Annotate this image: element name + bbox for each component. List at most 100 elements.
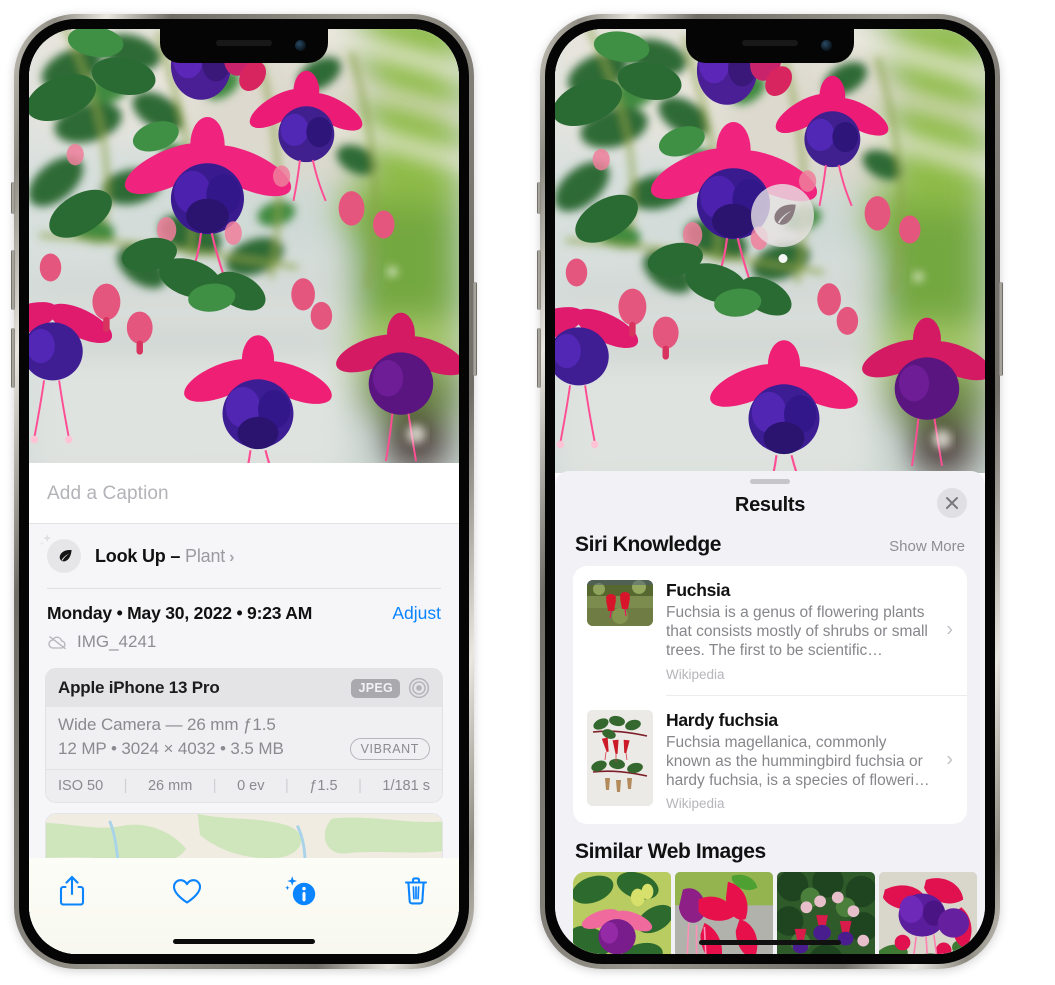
- chevron-right-icon: ›: [946, 748, 953, 771]
- left-phone-screen: Add a Caption Look Up – Plant › Monday •…: [29, 29, 459, 954]
- caption-placeholder: Add a Caption: [47, 483, 169, 504]
- web-image-thumbnail[interactable]: [879, 872, 977, 954]
- exif-stat-shutter: 1/181 s: [382, 778, 430, 794]
- format-badge: JPEG: [351, 678, 400, 698]
- aperture-icon: [408, 677, 430, 699]
- photo-viewer[interactable]: [29, 29, 459, 463]
- lens-info: Wide Camera — 26 mm ƒ1.5: [58, 715, 276, 734]
- device-notch: [160, 29, 328, 63]
- chevron-right-icon: ›: [946, 618, 953, 641]
- fuchsia-thumbnail: [587, 580, 653, 626]
- file-name: IMG_4241: [77, 632, 157, 651]
- adjust-button[interactable]: Adjust: [392, 603, 441, 624]
- screenshot-stage: Add a Caption Look Up – Plant › Monday •…: [0, 0, 1055, 985]
- capture-date: Monday • May 30, 2022 • 9:23 AM: [47, 603, 313, 623]
- stat-separator-3: |: [285, 778, 289, 794]
- show-more-button[interactable]: Show More: [889, 538, 965, 555]
- result-title: Fuchsia: [666, 580, 731, 600]
- similar-web-images-title: Similar Web Images: [575, 840, 766, 864]
- right-iphone-device: Results Siri Knowledge Show More Fuchsia…: [537, 14, 1003, 969]
- close-button[interactable]: [937, 488, 967, 518]
- web-image-thumbnail[interactable]: [573, 872, 671, 954]
- mute-switch-right[interactable]: [537, 182, 541, 214]
- results-title: Results: [734, 494, 806, 516]
- look-up-title: Look Up: [95, 545, 166, 566]
- exif-stat-aperture: ƒ1.5: [309, 778, 338, 794]
- left-iphone-device: Add a Caption Look Up – Plant › Monday •…: [11, 14, 477, 969]
- home-indicator[interactable]: [173, 938, 315, 944]
- home-indicator-right[interactable]: [699, 939, 841, 945]
- stat-separator-4: |: [358, 778, 362, 794]
- exif-wrapper: Apple iPhone 13 Pro JPEG Wide Camera — 2…: [29, 664, 459, 803]
- look-up-anchor-dot: [778, 254, 787, 263]
- result-description: Fuchsia is a genus of flowering plants t…: [666, 604, 928, 660]
- cloud-slash-icon: [48, 636, 66, 650]
- power-button[interactable]: [473, 282, 477, 376]
- sparkle-icon: [40, 534, 52, 546]
- visual-look-up-badge[interactable]: [751, 184, 814, 263]
- earpiece-speaker: [216, 40, 272, 46]
- chevron-right-icon: ›: [229, 548, 235, 566]
- right-phone-screen: Results Siri Knowledge Show More Fuchsia…: [555, 29, 985, 954]
- volume-down-button[interactable]: [11, 328, 15, 388]
- share-icon: [59, 875, 85, 906]
- list-item[interactable]: Fuchsia Fuchsia is a genus of flowering …: [573, 566, 967, 695]
- power-button-right[interactable]: [999, 282, 1003, 376]
- delete-button[interactable]: [399, 872, 433, 910]
- camera-device-name: Apple iPhone 13 Pro: [58, 678, 220, 697]
- info-button[interactable]: [284, 872, 318, 910]
- exif-stats-row: ISO 50 | 26 mm | 0 ev | ƒ1.5 | 1/181 s: [46, 769, 442, 802]
- exif-header: Apple iPhone 13 Pro JPEG: [46, 669, 442, 707]
- caption-field-row[interactable]: Add a Caption: [29, 463, 459, 524]
- exif-stat-ev: 0 ev: [237, 778, 265, 794]
- volume-down-button-right[interactable]: [537, 328, 541, 388]
- leaf-glyph: [59, 549, 72, 561]
- siri-knowledge-header: Siri Knowledge Show More: [555, 531, 985, 566]
- hardy-fuchsia-thumbnail: [587, 709, 653, 806]
- look-up-row[interactable]: Look Up – Plant ›: [40, 524, 441, 588]
- look-up-dash: –: [170, 545, 181, 566]
- result-source: Wikipedia: [666, 796, 725, 812]
- info-sparkle-icon: [285, 876, 316, 906]
- photographic-style-badge: VIBRANT: [349, 738, 430, 760]
- exif-header-badges: JPEG: [351, 677, 430, 699]
- similar-web-images-header: Similar Web Images: [555, 824, 985, 872]
- result-description: Fuchsia magellanica, commonly known as t…: [666, 733, 930, 790]
- exif-size-row: 12 MP • 3024 × 4032 • 3.5 MB VIBRANT: [58, 738, 430, 760]
- list-item[interactable]: Hardy fuchsia Fuchsia magellanica, commo…: [573, 696, 967, 825]
- stat-separator-2: |: [212, 778, 217, 794]
- list-item-body: Hardy fuchsia Fuchsia magellanica, commo…: [666, 710, 953, 812]
- exif-body: Wide Camera — 26 mm ƒ1.5 12 MP • 3024 × …: [46, 707, 442, 769]
- look-up-block: Look Up – Plant ›: [29, 524, 459, 589]
- result-source: Wikipedia: [666, 666, 725, 682]
- earpiece-speaker-right: [742, 40, 798, 46]
- right-phone-bezel: Results Siri Knowledge Show More Fuchsia…: [545, 19, 995, 964]
- volume-up-button-right[interactable]: [537, 250, 541, 310]
- leaf-icon: [773, 203, 796, 225]
- date-row: Monday • May 30, 2022 • 9:23 AM Adjust: [47, 603, 441, 624]
- heart-icon: [172, 878, 201, 904]
- left-phone-bezel: Add a Caption Look Up – Plant › Monday •…: [19, 19, 469, 964]
- trash-icon: [404, 877, 428, 905]
- results-sheet: Results Siri Knowledge Show More Fuchsia…: [555, 471, 985, 954]
- results-header: Results: [555, 484, 985, 531]
- file-row: IMG_4241: [47, 632, 441, 652]
- photo-info-sheet: Add a Caption Look Up – Plant › Monday •…: [29, 463, 459, 954]
- exif-stat-focal: 26 mm: [147, 778, 193, 794]
- leaf-icon: [40, 534, 81, 573]
- mute-switch[interactable]: [11, 182, 15, 214]
- date-block: Monday • May 30, 2022 • 9:23 AM Adjust I…: [29, 589, 459, 664]
- close-icon: [946, 497, 958, 509]
- image-size-info: 12 MP • 3024 × 4032 • 3.5 MB: [58, 739, 284, 758]
- exif-card[interactable]: Apple iPhone 13 Pro JPEG Wide Camera — 2…: [45, 668, 443, 803]
- volume-up-button[interactable]: [11, 250, 15, 310]
- look-up-label: Look Up – Plant ›: [95, 546, 234, 567]
- front-camera-right: [821, 40, 832, 51]
- device-notch-right: [686, 29, 854, 63]
- share-button[interactable]: [55, 872, 89, 910]
- favorite-button[interactable]: [170, 872, 204, 910]
- front-camera: [295, 40, 306, 51]
- list-item-body: Fuchsia Fuchsia is a genus of flowering …: [666, 580, 953, 682]
- photo-viewer-right[interactable]: [555, 29, 985, 473]
- exif-stat-iso: ISO 50: [58, 778, 104, 794]
